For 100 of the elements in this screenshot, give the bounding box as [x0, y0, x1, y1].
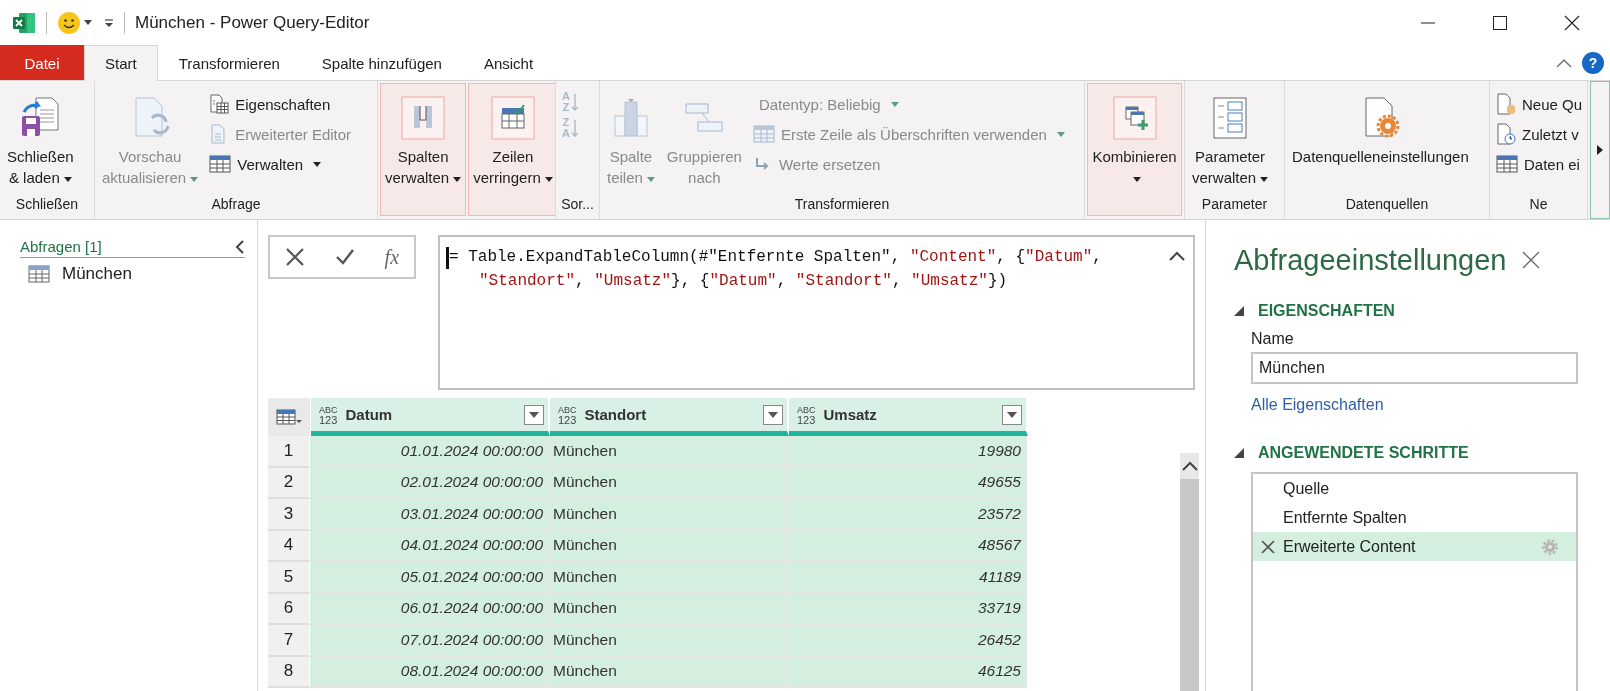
close-icon[interactable]	[1564, 14, 1580, 31]
type-label[interactable]: ABC 123	[319, 404, 338, 425]
ribbon-button[interactable]: Datenquelleneinstellungen	[1287, 83, 1474, 192]
expanded-icon[interactable]	[1234, 448, 1244, 458]
function-label[interactable]: fx	[384, 245, 400, 269]
customize-icon[interactable]	[104, 17, 114, 28]
table-icon	[1496, 154, 1518, 174]
caret-icon[interactable]	[84, 20, 92, 25]
collapse-ribbon-icon[interactable]	[1556, 57, 1572, 68]
table-icon	[28, 265, 50, 283]
table-icon	[752, 124, 775, 144]
ribbon-button[interactable]: Parameter verwalten	[1187, 83, 1274, 192]
caret-icon	[544, 176, 553, 182]
table-cell: 07.01.2024 00:00:00	[310, 625, 549, 657]
table-cell: 03.01.2024 00:00:00	[310, 499, 549, 531]
caret-icon	[890, 101, 899, 107]
table-menu-button[interactable]	[268, 398, 311, 436]
collapse-icon[interactable]	[235, 239, 245, 254]
table-cell: München	[549, 467, 788, 499]
ribbon-tab[interactable]: Transformieren	[157, 45, 301, 80]
caret-icon	[646, 176, 655, 182]
ribbon-tab[interactable]: Start	[84, 45, 158, 81]
table-cell: München	[549, 656, 788, 688]
caret-icon	[313, 161, 322, 167]
ribbon-button[interactable]: Zuletzt v	[1492, 119, 1587, 149]
collapse-icon[interactable]	[1169, 251, 1185, 261]
group-label: Abfrage	[210, 195, 262, 214]
row-number: 6	[268, 593, 310, 625]
table-cell: 19980	[788, 436, 1027, 468]
caret-icon	[190, 176, 199, 182]
arrow-down-icon	[570, 92, 579, 112]
filter-dropdown-icon[interactable]	[524, 404, 544, 425]
scroll-up-icon[interactable]	[1181, 461, 1198, 471]
table-cell: 23572	[788, 499, 1027, 531]
arrow-right-icon	[1597, 145, 1603, 155]
all-properties-link[interactable]: Alle Eigenschaften	[1251, 396, 1610, 414]
group-label: Ne	[1528, 195, 1549, 214]
table-cell: München	[549, 530, 788, 562]
table-cell: München	[549, 593, 788, 625]
expanded-icon[interactable]	[1234, 306, 1244, 316]
ribbon-button[interactable]: Kombinieren	[1087, 83, 1182, 216]
pane-title: Abfrageeinstellungen	[1234, 243, 1507, 277]
ribbon-tab[interactable]: Spalte hinzufügen	[300, 45, 463, 80]
formula-field[interactable]: = Table.ExpandTableColumn(#"Entfernte Spalten", "Content", {"Datum", "Standort", "Umsatz"}, {"Datum", "Standort", "Umsatz"})	[438, 235, 1195, 390]
ribbon-button[interactable]: Schließen & laden	[2, 83, 79, 192]
group-label: Parameter	[1200, 195, 1269, 214]
text-cursor	[446, 247, 449, 269]
filter-dropdown-icon[interactable]	[763, 404, 783, 425]
ribbon-button[interactable]: Zeilen verringern	[468, 83, 555, 216]
table-cell: München	[549, 436, 788, 468]
group-label: Schließen	[14, 195, 80, 214]
query-item[interactable]: München	[62, 264, 132, 284]
applied-step[interactable]: Quelle	[1253, 474, 1576, 503]
row-number: 7	[268, 625, 310, 657]
caret-icon	[1056, 131, 1065, 137]
caret-icon	[1260, 176, 1269, 182]
row-number: 2	[268, 467, 310, 499]
table-cell: 05.01.2024 00:00:00	[310, 562, 549, 594]
filter-dropdown-icon[interactable]	[1002, 404, 1022, 425]
delete-icon[interactable]	[1261, 539, 1275, 554]
table-cell: 26452	[788, 625, 1027, 657]
type-label[interactable]: ABC 123	[558, 404, 577, 425]
arrow-down-icon	[570, 118, 579, 138]
scrollbar[interactable]	[1180, 453, 1199, 691]
table-cell: 02.01.2024 00:00:00	[310, 467, 549, 499]
maximize-icon[interactable]	[1492, 14, 1508, 31]
ribbon-button[interactable]: Daten ei	[1492, 149, 1587, 179]
applied-step[interactable]: Entfernte Spalten	[1253, 503, 1576, 532]
ribbon-tab[interactable]: Datei	[0, 45, 84, 80]
table-cell: München	[549, 499, 788, 531]
field-label: Name	[1251, 330, 1295, 348]
queries-heading: Abfragen [1]	[20, 238, 102, 255]
applied-step[interactable]: Erweiterte Content	[1253, 532, 1576, 561]
table-cell: 41189	[788, 562, 1027, 594]
smiley-icon[interactable]	[57, 10, 81, 35]
row-number: 5	[268, 562, 310, 594]
document-clock-icon	[1496, 123, 1516, 145]
ribbon-button[interactable]: Spalten verwalten	[380, 83, 467, 216]
window-title: München - Power Query-Editor	[135, 12, 370, 33]
columns-icon	[401, 96, 446, 140]
cancel-icon[interactable]	[284, 247, 305, 267]
type-label[interactable]: ABC 123	[797, 404, 816, 425]
table-icon	[209, 154, 232, 174]
table-cell: 46125	[788, 656, 1027, 688]
caret-icon	[63, 176, 72, 182]
table-check-icon	[490, 96, 535, 140]
section-heading: EIGENSCHAFTEN	[1258, 302, 1395, 320]
check-icon[interactable]	[334, 247, 355, 267]
document-database-icon	[1496, 93, 1516, 115]
caret-icon	[453, 176, 462, 182]
properties-icon	[209, 94, 230, 114]
ribbon-tab[interactable]: Ansicht	[462, 45, 555, 80]
group-label: Transformieren	[793, 195, 891, 214]
ribbon-button[interactable]: Eigenschaften	[205, 89, 356, 119]
help-button[interactable]: ?	[1582, 51, 1604, 74]
table-cell: 06.01.2024 00:00:00	[310, 593, 549, 625]
table-cell: 48567	[788, 530, 1027, 562]
ribbon-button[interactable]: Verwalten	[205, 149, 356, 179]
ribbon-button[interactable]: Neue Qu	[1492, 89, 1587, 119]
name-field[interactable]: München	[1251, 352, 1578, 384]
